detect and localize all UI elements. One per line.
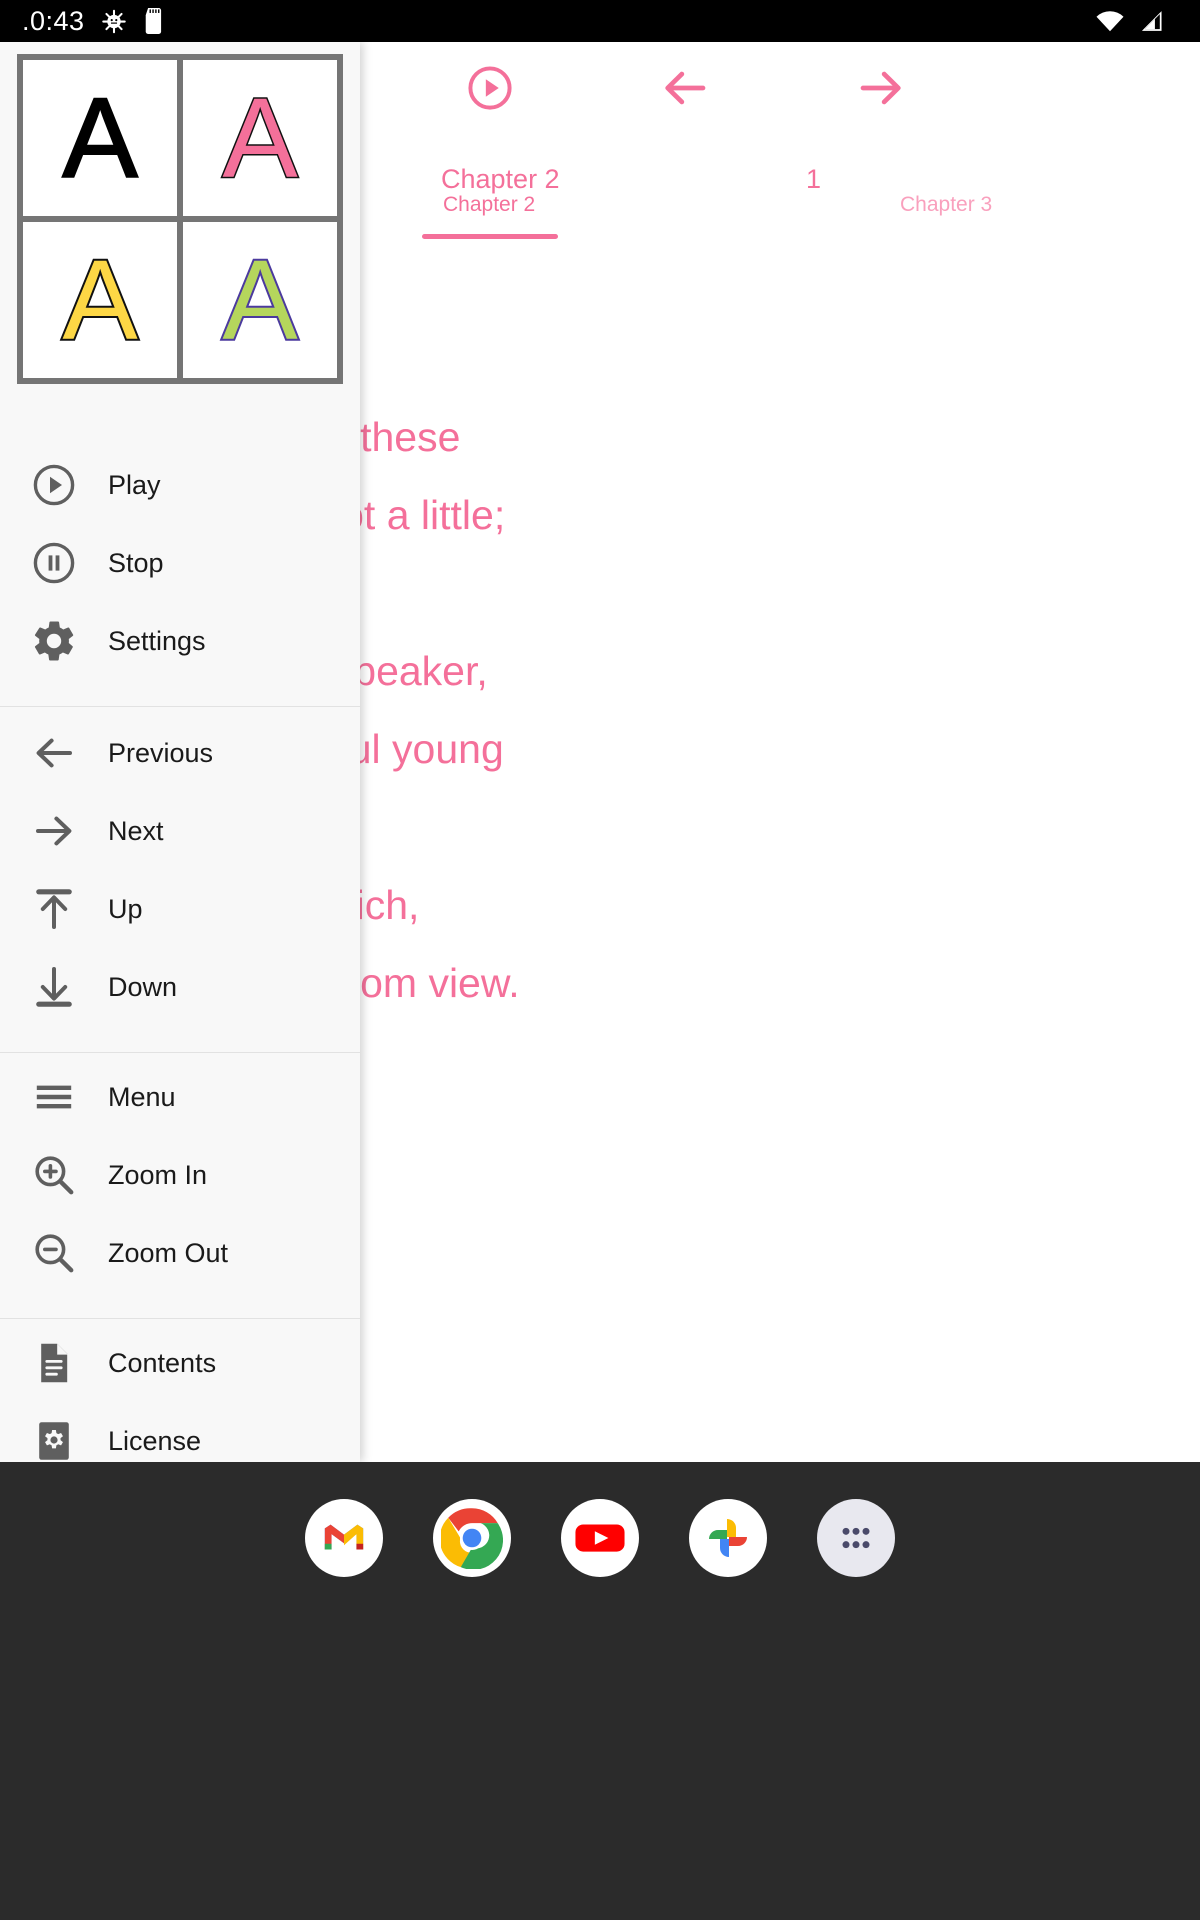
status-bar-left: .0:43 — [22, 5, 165, 36]
drawer-item-settings[interactable]: Settings — [0, 602, 360, 680]
arrow-up-to-line-icon — [28, 883, 80, 935]
swatch-yellow-on-white[interactable]: A — [23, 222, 177, 378]
drawer-item-next[interactable]: Next — [0, 792, 360, 870]
arrow-left-icon — [665, 71, 706, 105]
drawer-item-stop[interactable]: Stop — [0, 524, 360, 602]
dock-app-drawer-button[interactable] — [817, 1499, 895, 1577]
screen: .0:43 Chapter 2 1 Chapter 2 Chapter 3 th… — [0, 0, 1200, 1920]
drawer-item-label: Zoom In — [108, 1159, 208, 1190]
swatch-letter: A — [60, 236, 139, 363]
swatch-black-on-white[interactable]: A — [23, 60, 177, 216]
drawer-item-license[interactable]: License — [0, 1402, 360, 1462]
toolbar-play-button[interactable] — [445, 58, 535, 118]
sd-card-icon — [145, 8, 161, 34]
arrow-left-icon — [28, 727, 80, 779]
swatch-letter: A — [61, 74, 138, 201]
toolbar-next-button[interactable] — [836, 58, 926, 118]
dock-app-gmail[interactable] — [305, 1499, 383, 1577]
cellular-signal-icon — [1141, 11, 1162, 31]
drawer-item-label: Previous — [108, 737, 214, 768]
drawer-group-info: Contents License — [0, 1318, 360, 1462]
magnifier-minus-icon — [28, 1227, 80, 1279]
drawer-item-menu[interactable]: Menu — [0, 1058, 360, 1136]
tab-chapter-3[interactable]: Chapter 3 — [900, 194, 992, 225]
home-dock — [0, 1462, 1200, 1920]
dock-app-row — [0, 1490, 1200, 1586]
dock-app-chrome[interactable] — [433, 1499, 511, 1577]
drawer-item-label: Menu — [108, 1081, 176, 1112]
drawer-divider — [0, 706, 360, 707]
gear-document-icon — [28, 1415, 80, 1462]
font-style-swatch-grid: A A A A — [17, 54, 343, 384]
toolbar-position-label: 1 — [806, 164, 822, 194]
arrow-right-icon — [860, 71, 901, 105]
swatch-letter: A — [221, 74, 299, 201]
drawer-group-playback: Play Stop Settings — [0, 440, 360, 690]
drawer-item-contents[interactable]: Contents — [0, 1324, 360, 1402]
drawer-item-label: Settings — [108, 625, 206, 656]
status-bar: .0:43 — [0, 0, 1200, 42]
swatch-letter: A — [220, 236, 299, 363]
drawer-item-label: Up — [108, 893, 143, 924]
drawer-item-label: License — [108, 1425, 202, 1456]
drawer-group-navigation: Previous Next Up Down — [0, 708, 360, 1036]
play-circle-icon — [28, 459, 80, 511]
navigation-drawer: A A A A Play Stop Settings Previous Next… — [0, 42, 360, 1462]
google-photos-icon — [709, 1519, 747, 1557]
dock-app-youtube[interactable] — [561, 1499, 639, 1577]
dock-app-photos[interactable] — [689, 1499, 767, 1577]
drawer-item-zoom-in[interactable]: Zoom In — [0, 1136, 360, 1214]
drawer-item-label: Zoom Out — [108, 1237, 229, 1268]
tab-chapter-2[interactable]: Chapter 2 — [443, 194, 535, 225]
swatch-green-on-white[interactable]: A — [183, 222, 337, 378]
drawer-item-down[interactable]: Down — [0, 948, 360, 1026]
status-bar-right — [1095, 9, 1178, 33]
swatch-pink-on-white[interactable]: A — [183, 60, 337, 216]
drawer-item-up[interactable]: Up — [0, 870, 360, 948]
hamburger-icon — [28, 1071, 80, 1123]
app-drawer-icon — [842, 1527, 870, 1549]
document-icon — [28, 1337, 80, 1389]
drawer-item-label: Next — [108, 815, 164, 846]
drawer-item-label: Stop — [108, 547, 164, 578]
drawer-item-label: Play — [108, 469, 161, 500]
drawer-item-zoom-out[interactable]: Zoom Out — [0, 1214, 360, 1292]
toolbar-chapter-label: Chapter 2 — [441, 164, 560, 194]
toolbar-previous-button[interactable] — [640, 58, 730, 118]
status-clock: .0:43 — [22, 5, 85, 36]
youtube-icon — [570, 1508, 630, 1568]
play-circle-icon — [468, 66, 512, 110]
drawer-group-view: Menu Zoom In Zoom Out — [0, 1052, 360, 1302]
tab-active-indicator — [422, 234, 558, 239]
android-bug-icon — [101, 9, 126, 34]
drawer-item-label: Contents — [108, 1347, 217, 1378]
magnifier-plus-icon — [28, 1149, 80, 1201]
chrome-icon — [441, 1508, 503, 1569]
drawer-item-previous[interactable]: Previous — [0, 714, 360, 792]
wifi-icon — [1096, 11, 1124, 32]
drawer-item-play[interactable]: Play — [0, 446, 360, 524]
drawer-item-label: Down — [108, 971, 178, 1002]
gear-icon — [28, 615, 80, 667]
arrow-down-to-line-icon — [28, 961, 80, 1013]
pause-circle-icon — [28, 537, 80, 589]
gmail-icon — [324, 1524, 364, 1550]
arrow-right-icon — [28, 805, 80, 857]
